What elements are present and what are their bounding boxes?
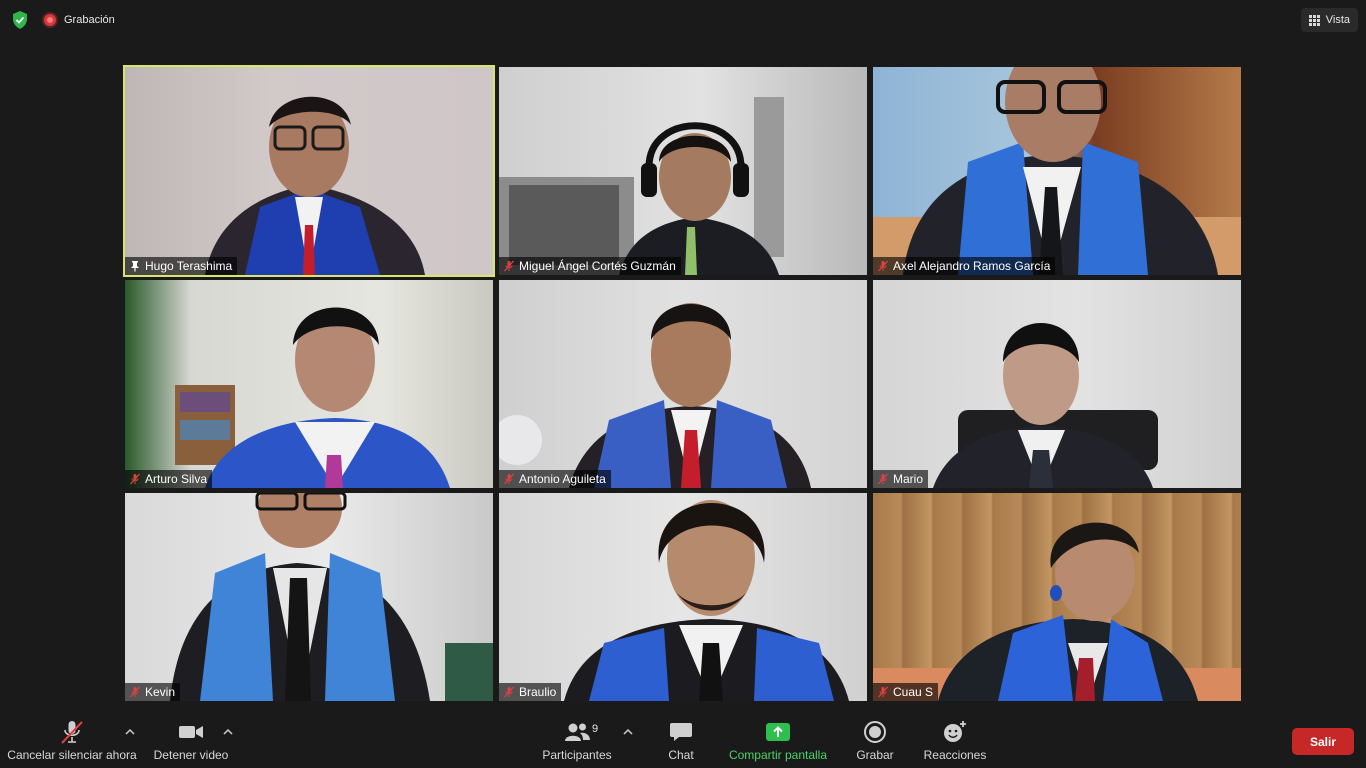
share-screen-button[interactable]: Compartir pantalla <box>726 718 830 768</box>
participant-video <box>175 307 450 488</box>
participant-video <box>564 500 849 701</box>
chat-icon <box>670 723 692 741</box>
participant-name: Braulio <box>519 685 557 699</box>
chevron-up-icon[interactable] <box>124 726 136 738</box>
participant-video <box>170 493 493 701</box>
grid-icon <box>1308 14 1320 26</box>
participant-video <box>499 303 811 488</box>
participant-name: Mario <box>893 472 924 486</box>
participants-count: 9 <box>592 723 599 735</box>
participant-name: Antonio Aguileta <box>519 472 606 486</box>
participant-name-tag: Axel Alejandro Ramos García <box>873 257 1056 275</box>
reactions-button[interactable]: Reacciones <box>920 718 990 768</box>
meeting-toolbar: Cancelar silenciar ahora Detener video P… <box>0 712 1366 768</box>
reactions-label: Reacciones <box>923 748 987 762</box>
video-camera-icon <box>179 726 203 738</box>
mic-muted-icon <box>130 686 140 698</box>
meeting-top-bar: Grabación Vista <box>0 0 1366 40</box>
shield-check-icon[interactable] <box>10 10 30 30</box>
chevron-up-icon[interactable] <box>622 726 634 738</box>
record-button[interactable]: Grabar <box>852 718 898 768</box>
participant-name-tag: Antonio Aguileta <box>499 470 611 488</box>
participant-name-tag: Cuau S <box>873 683 939 701</box>
leave-button[interactable]: Salir <box>1292 728 1354 755</box>
mic-muted-icon <box>878 260 888 272</box>
video-tile-miguel-angel[interactable]: Miguel Ángel Cortés Guzmán <box>499 67 867 275</box>
mic-muted-icon <box>130 473 140 485</box>
video-tile-cuau-s[interactable]: Cuau S <box>873 493 1241 701</box>
participant-name-tag: Miguel Ángel Cortés Guzmán <box>499 257 681 275</box>
participants-button[interactable]: Participantes <box>538 718 616 768</box>
video-tile-kevin[interactable]: Kevin <box>125 493 493 701</box>
mic-muted-icon <box>504 686 514 698</box>
participant-video <box>873 522 1241 701</box>
stop-video-button[interactable]: Detener video <box>150 718 232 768</box>
participant-video <box>499 97 784 275</box>
chevron-up-icon[interactable] <box>222 726 234 738</box>
participant-name: Kevin <box>145 685 176 699</box>
participant-video <box>933 323 1158 488</box>
participant-name-tag: Hugo Terashima <box>125 257 238 275</box>
smiley-plus-icon <box>944 721 966 742</box>
pin-icon <box>131 261 139 272</box>
participants-label: Participantes <box>542 748 612 762</box>
video-tile-braulio[interactable]: Braulio <box>499 493 867 701</box>
recording-indicator[interactable]: Grabación <box>44 11 115 29</box>
participant-video <box>873 67 1241 275</box>
participants-icon <box>565 723 590 741</box>
video-tile-antonio-aguileta[interactable]: Antonio Aguileta <box>499 280 867 488</box>
video-label: Detener video <box>153 748 229 762</box>
video-tile-hugo-terashima[interactable]: Hugo Terashima <box>123 65 495 277</box>
participant-name-tag: Mario <box>873 470 929 488</box>
video-tile-axel-alejandro[interactable]: Axel Alejandro Ramos García <box>873 67 1241 275</box>
participant-name: Hugo Terashima <box>145 259 233 273</box>
mic-muted-icon <box>878 473 888 485</box>
record-label: Grabar <box>856 748 894 762</box>
record-icon <box>864 721 886 743</box>
video-tile-mario[interactable]: Mario <box>873 280 1241 488</box>
unmute-label: Cancelar silenciar ahora <box>7 748 137 762</box>
mic-muted-icon <box>504 473 514 485</box>
mic-muted-icon <box>878 686 888 698</box>
view-button[interactable]: Vista <box>1300 8 1358 32</box>
participant-name: Axel Alejandro Ramos García <box>893 259 1051 273</box>
participant-video <box>205 96 425 275</box>
participant-name: Arturo Silva <box>145 472 208 486</box>
participant-name: Miguel Ángel Cortés Guzmán <box>519 259 676 273</box>
share-screen-icon <box>766 723 790 741</box>
participant-name-tag: Braulio <box>499 683 562 701</box>
participant-name-tag: Arturo Silva <box>125 470 213 488</box>
recording-label: Grabación <box>64 14 115 26</box>
chat-button[interactable]: Chat <box>660 718 702 768</box>
participant-name-tag: Kevin <box>125 683 181 701</box>
mic-muted-icon <box>504 260 514 272</box>
mic-muted-icon <box>61 721 83 744</box>
participant-name: Cuau S <box>893 685 934 699</box>
record-dot-icon <box>44 14 56 26</box>
view-label: Vista <box>1325 14 1350 26</box>
chat-label: Chat <box>668 748 694 762</box>
unmute-button[interactable]: Cancelar silenciar ahora <box>7 718 137 768</box>
share-screen-label: Compartir pantalla <box>728 748 828 762</box>
video-tile-arturo-silva[interactable]: Arturo Silva <box>125 280 493 488</box>
